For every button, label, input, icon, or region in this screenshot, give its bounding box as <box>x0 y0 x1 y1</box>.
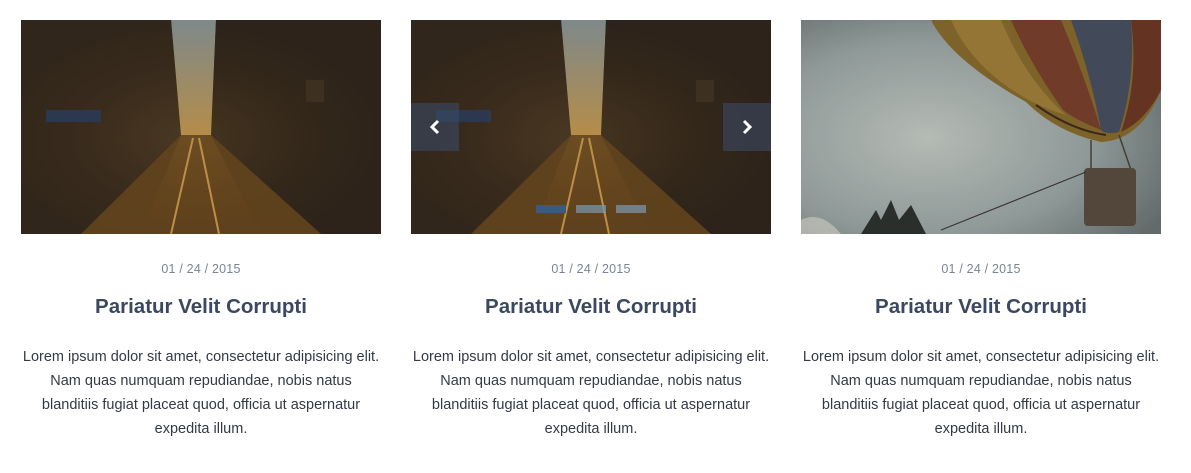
slider-prev-button[interactable] <box>411 103 459 151</box>
slider-dot-3[interactable] <box>616 205 646 213</box>
post-date: 01 / 24 / 2015 <box>941 262 1021 276</box>
blog-card: 01 / 24 / 2015 Pariatur Velit Corrupti L… <box>21 20 381 441</box>
slider-dot-1[interactable] <box>536 205 566 213</box>
blog-card: 01 / 24 / 2015 Pariatur Velit Corrupti L… <box>801 20 1161 441</box>
post-date: 01 / 24 / 2015 <box>161 262 241 276</box>
chevron-left-icon <box>429 119 440 135</box>
chevron-right-icon <box>742 119 753 135</box>
post-excerpt: Lorem ipsum dolor sit amet, consectetur … <box>22 349 380 437</box>
street-sunset-image <box>411 20 771 234</box>
post-excerpt: Lorem ipsum dolor sit amet, consectetur … <box>412 349 770 437</box>
post-title[interactable]: Pariatur Velit Corrupti <box>801 295 1161 319</box>
post-title[interactable]: Pariatur Velit Corrupti <box>21 295 381 319</box>
post-excerpt: Lorem ipsum dolor sit amet, consectetur … <box>802 349 1160 437</box>
post-title[interactable]: Pariatur Velit Corrupti <box>411 295 771 319</box>
slider-dot-2[interactable] <box>576 205 606 213</box>
street-sunset-image[interactable] <box>21 20 381 234</box>
hot-air-balloon-image[interactable] <box>801 20 1161 234</box>
blog-card: 01 / 24 / 2015 Pariatur Velit Corrupti L… <box>411 20 771 441</box>
image-slider <box>411 20 771 234</box>
slider-next-button[interactable] <box>723 103 771 151</box>
slider-pagination <box>411 205 771 213</box>
post-date: 01 / 24 / 2015 <box>551 262 631 276</box>
blog-card-grid: 01 / 24 / 2015 Pariatur Velit Corrupti L… <box>0 0 1191 473</box>
